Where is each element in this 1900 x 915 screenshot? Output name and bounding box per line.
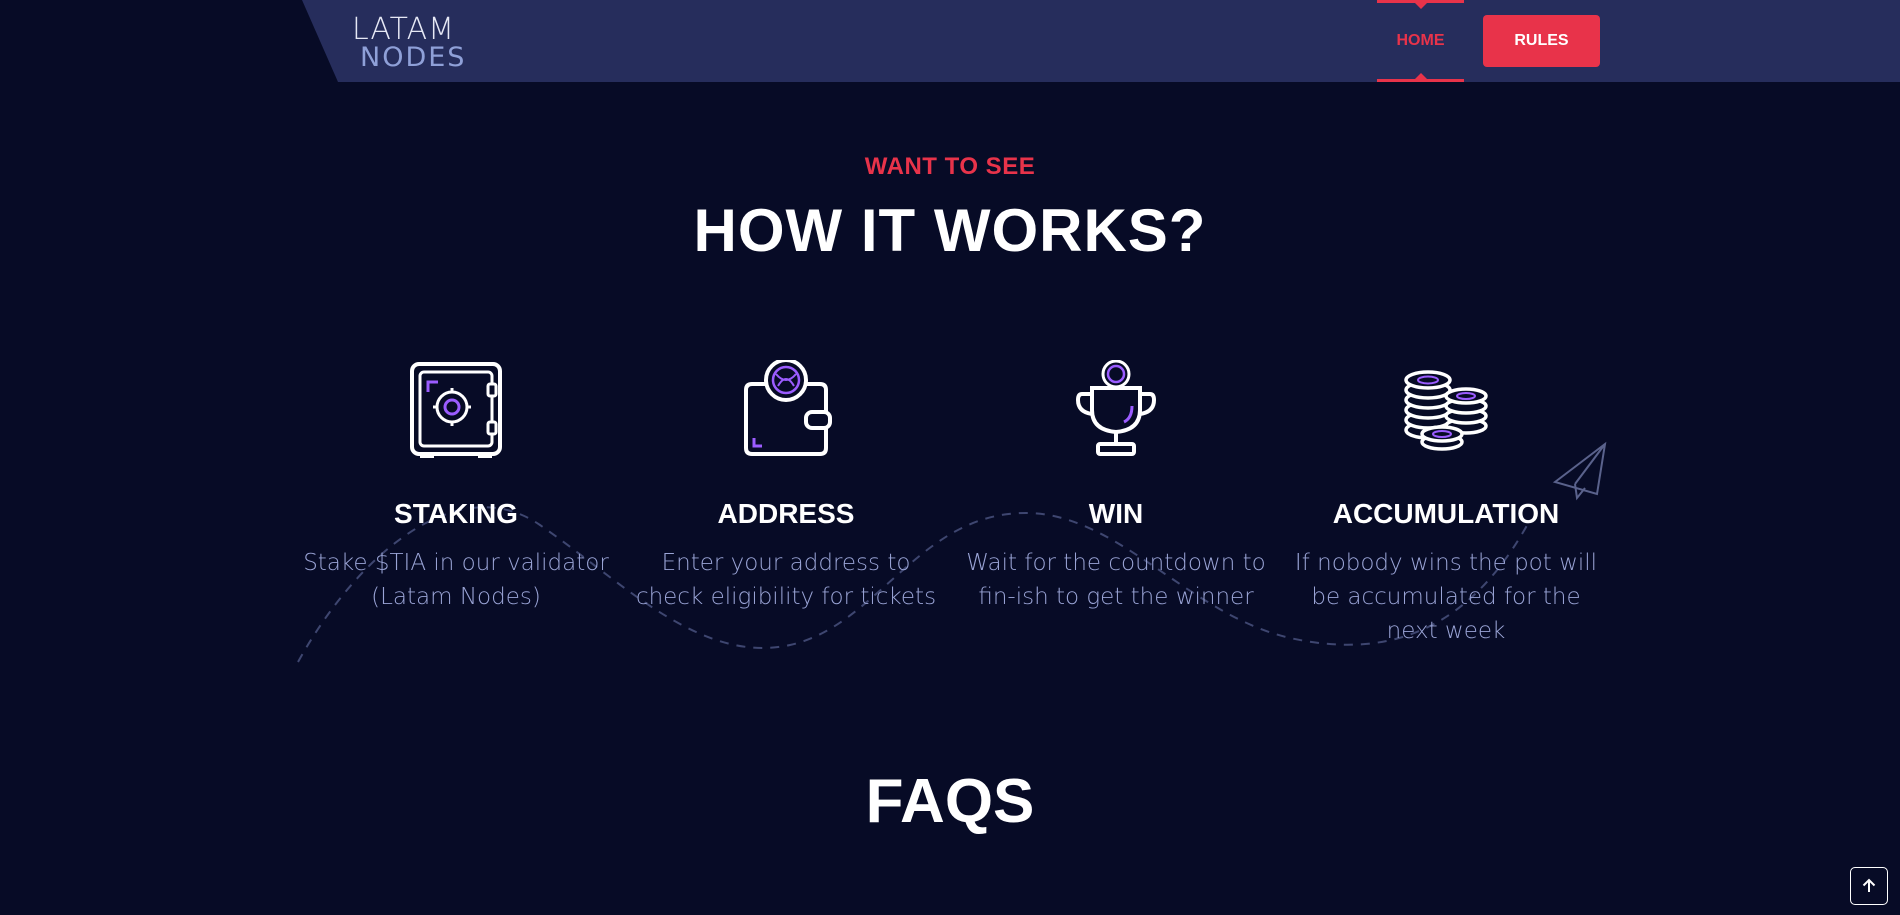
step-accumulation: ACCUMULATION If nobody wins the pot will… xyxy=(1286,360,1606,648)
wallet-icon xyxy=(744,360,832,456)
latam-nodes-logo[interactable]: LATAM NODES xyxy=(352,12,472,73)
step-description: Enter your address to check eligibility … xyxy=(635,550,937,610)
nav-rules-button[interactable]: RULES xyxy=(1483,15,1600,67)
logo-text-bottom: NODES xyxy=(360,42,467,73)
coins-icon xyxy=(1404,370,1488,451)
arrow-up-icon xyxy=(1862,878,1876,892)
site-header: LATAM NODES HOME RULES xyxy=(0,0,1900,82)
dashed-path-decoration xyxy=(297,441,1607,663)
step-win: WIN Wait for the countdown to fin-ish to… xyxy=(956,360,1276,614)
step-description: Wait for the countdown to fin-ish to get… xyxy=(966,550,1266,610)
step-title: STAKING xyxy=(394,498,518,529)
step-title: WIN xyxy=(1088,498,1144,529)
faqs-title: FAQS xyxy=(865,767,1035,836)
step-title: ADDRESS xyxy=(717,498,855,529)
step-description: Stake $TIA in our validator (Latam Nodes… xyxy=(303,550,609,610)
nav-home-link[interactable]: HOME xyxy=(1377,0,1464,82)
step-staking: STAKING Stake $TIA in our validator (Lat… xyxy=(296,360,616,614)
step-title: ACCUMULATION xyxy=(1332,498,1560,529)
step-address: ADDRESS Enter your address to check elig… xyxy=(626,360,946,614)
section-title: HOW IT WORKS? xyxy=(693,197,1207,264)
step-description: If nobody wins the pot will be accumulat… xyxy=(1294,550,1598,644)
back-to-top-button[interactable] xyxy=(1850,867,1888,905)
safe-icon xyxy=(410,362,502,458)
header-band xyxy=(302,0,1900,82)
trophy-icon xyxy=(1075,360,1157,456)
section-eyebrow: WANT TO SEE xyxy=(864,153,1036,180)
